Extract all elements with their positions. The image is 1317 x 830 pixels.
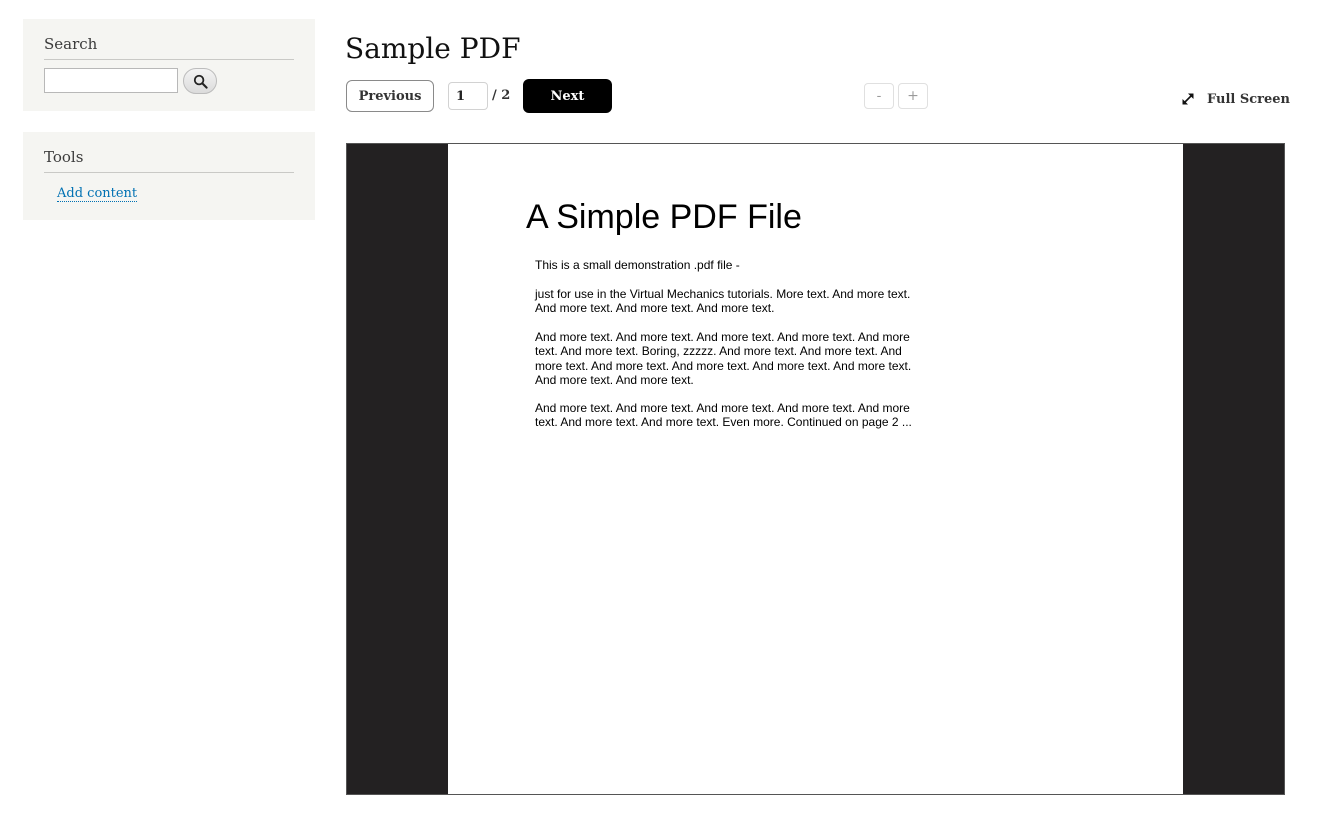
pdf-paragraph: This is a small demonstration .pdf file … (535, 258, 740, 272)
fullscreen-label: Full Screen (1207, 91, 1291, 107)
pdf-paragraph: And more text. And more text. And more t… (535, 330, 912, 387)
pdf-viewer[interactable]: A Simple PDF File This is a small demons… (346, 143, 1285, 795)
page-number-input[interactable] (448, 82, 488, 110)
page-total: / 2 (492, 88, 511, 103)
pdf-heading: A Simple PDF File (526, 198, 802, 236)
expand-icon (1182, 93, 1194, 105)
search-icon (193, 74, 208, 89)
search-block: Search (23, 19, 315, 111)
tools-block: Tools Add content (23, 132, 315, 220)
pdf-page: A Simple PDF File This is a small demons… (448, 144, 1183, 794)
page-title: Sample PDF (345, 32, 521, 65)
pdf-paragraph: just for use in the Virtual Mechanics tu… (535, 287, 911, 316)
search-button[interactable] (183, 68, 217, 94)
previous-button[interactable]: Previous (346, 80, 434, 112)
zoom-out-button[interactable]: - (864, 83, 894, 109)
add-content-link[interactable]: Add content (57, 186, 138, 202)
next-button[interactable]: Next (523, 79, 612, 113)
search-input[interactable] (44, 68, 178, 93)
zoom-in-button[interactable]: + (898, 83, 928, 109)
fullscreen-button[interactable]: Full Screen (1180, 89, 1290, 109)
search-block-title: Search (44, 35, 294, 60)
pdf-paragraph: And more text. And more text. And more t… (535, 401, 912, 430)
tools-block-title: Tools (44, 148, 294, 173)
